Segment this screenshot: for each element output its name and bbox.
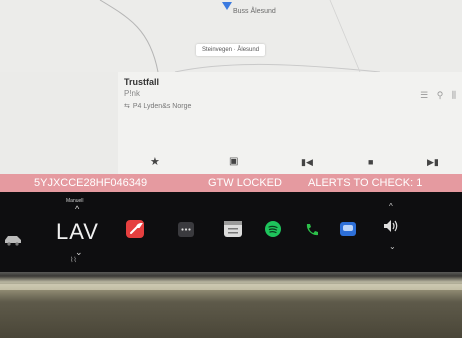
media-toolbar: ☰ ⚲ ⫼ [414,90,456,101]
favorite-icon[interactable]: ★ [150,155,160,169]
media-controls: ★ ▣ ▮◀ ■ ▶▮ [118,152,462,174]
location-pin-icon [222,2,232,10]
seat-heat-icon[interactable]: ⌇⌇ [70,256,77,264]
map-roads [99,0,381,72]
service-icon[interactable] [126,220,144,238]
alert-bar: 5YJXCCE28HF046349 GTW LOCKED ALERTS TO C… [0,174,462,192]
radio-source-icon: ⇆ [124,103,130,110]
calendar-icon[interactable] [224,221,242,237]
bezel-reflection [0,284,462,290]
track-source: ⇆ P4 Lyden&s Norge [124,102,191,110]
fan-up-chevron-icon[interactable]: ^ [75,204,79,214]
more-apps-icon[interactable] [178,222,194,237]
car-icon[interactable] [4,234,22,246]
volume-down-chevron-icon[interactable]: ⌄ [389,242,396,251]
next-icon[interactable]: ▶▮ [427,155,439,169]
previous-icon[interactable]: ▮◀ [301,155,313,169]
track-source-label: P4 Lyden&s Norge [132,103,192,110]
track-artist: P!nk [124,89,141,98]
fan-speed-value[interactable]: LAV [56,219,99,245]
media-side-panel [0,72,118,174]
search-icon[interactable]: ⚲ [437,90,444,100]
map-place-label: Buss Ålesund [233,8,276,15]
volume-icon[interactable] [382,218,400,234]
spotify-icon[interactable] [265,221,281,237]
volume-up-chevron-icon[interactable]: ^ [389,202,393,211]
equalizer-icon[interactable]: ☰ [420,90,428,100]
stop-icon[interactable]: ■ [368,155,373,169]
vin-text: 5YJXCCE28HF046349 [34,177,148,189]
gtw-status: GTW LOCKED [208,177,282,189]
messages-icon[interactable] [340,222,356,236]
screen-bezel [0,272,462,338]
map-view[interactable]: Buss Ålesund Steinvegen · Ålesund [0,0,462,72]
alerts-count: ALERTS TO CHECK: 1 [308,177,423,189]
road-name-chip[interactable]: Steinvegen · Ålesund [196,44,266,56]
library-icon[interactable]: ⫼ [452,90,456,100]
radio-icon[interactable]: ▣ [229,155,238,169]
bottom-dock: Manuell ^ LAV ⌄ ⌇⌇ ^ ⌄ [0,192,462,272]
track-title: Trustfall [124,77,160,87]
phone-icon[interactable] [304,222,320,238]
